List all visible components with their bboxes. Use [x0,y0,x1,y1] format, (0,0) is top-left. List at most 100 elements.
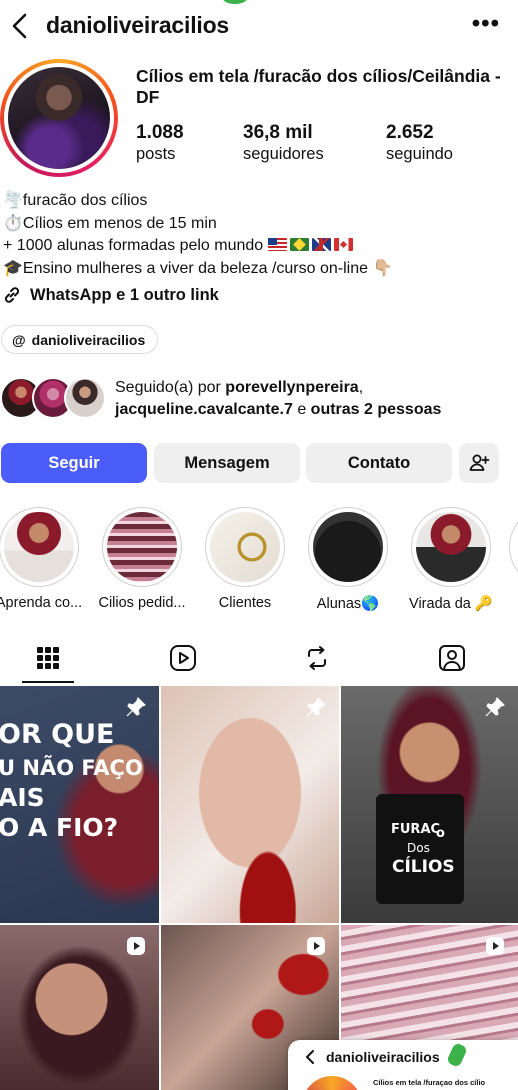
stat-following-label: seguindo [386,145,453,163]
highlight-ring [411,507,491,587]
top-bar: danioliveiracilios ••• [0,0,518,52]
stat-posts-count: 1.088 [136,122,184,143]
post-1-caption-line: U NÃO FAÇO [0,756,143,780]
highlight-cover [313,512,383,582]
green-status-dot [222,0,248,4]
post-tile[interactable]: FURAC o Dos CÍLIOS [341,686,518,923]
post-tile[interactable]: OR QUE U NÃO FAÇO AIS O A FIO? [0,686,159,923]
story-highlight[interactable]: Aprenda co... [0,507,84,611]
add-person-icon [469,454,490,471]
chevron-left-icon [306,1050,314,1064]
reels-icon[interactable] [168,643,198,673]
bio-line-3-text: + 1000 alunas formadas pelo mundo [3,237,264,254]
add-person-button[interactable] [459,443,499,483]
bio-line-2-text: Cílios em menos de 15 min [22,214,217,232]
followed-by-prefix: Seguido(a) por [115,379,226,396]
reposts-icon[interactable] [302,643,332,673]
post-3-caption-line: o [436,826,445,841]
mutual-followers-avatars[interactable] [0,377,110,421]
pin-icon [126,697,146,717]
reel-icon [307,937,325,955]
floating-preview-card[interactable]: danioliveiracilios Cílios em tela /furaç… [288,1040,518,1090]
canada-flag-icon [333,238,353,251]
message-button[interactable]: Mensagem [154,443,300,483]
uk-flag-icon [311,238,331,251]
tornado-icon: 🌪️ [3,192,23,209]
mutual-avatar [64,377,106,419]
stat-followers-count: 36,8 mil [243,122,313,143]
threads-icon: @ [12,331,26,348]
story-highlight[interactable]: Alunas🌎 [303,507,393,612]
bio-line-2: ⏱️Cílios em menos de 15 min [3,213,513,236]
posts-grid: OR QUE U NÃO FAÇO AIS O A FIO? FURAC o D… [0,686,518,1090]
brazil-flag-icon [289,238,309,251]
avatar-photo [8,67,110,169]
link-icon [4,287,20,303]
post-3-caption-line: Dos [407,841,430,855]
story-highlight-partial[interactable] [509,507,518,587]
highlight-cover [210,512,280,582]
bio-line-3: + 1000 alunas formadas pelo mundo [3,235,513,258]
pin-icon [306,697,326,717]
story-highlight[interactable]: Virada da 🔑 [406,507,496,612]
bio-link[interactable]: WhatsApp e 1 outro link [2,285,219,305]
graduation-cap-icon: 🎓 [3,259,23,277]
chevron-left-icon[interactable] [6,10,34,42]
profile-display-name: Cílios em tela /furacão dos cílios/Ceilâ… [136,66,501,107]
pin-icon [485,697,505,717]
post-1-caption-line: O A FIO? [0,813,119,842]
follow-button[interactable]: Seguir [1,443,147,483]
followed-by-others: outras 2 pessoas [310,401,442,418]
highlight-label: Cilios pedid... [98,595,186,611]
contact-button[interactable]: Contato [306,443,452,483]
reel-icon [127,937,145,955]
stat-followers[interactable]: 36,8 mil seguidores [243,122,324,164]
post-3-caption-line: CÍLIOS [392,857,455,877]
highlight-ring [0,507,79,587]
threads-badge[interactable]: @ danioliveiracilios [1,325,159,354]
profile-avatar[interactable] [0,59,118,177]
active-tab-indicator [22,681,74,683]
profile-tabs [0,635,518,685]
more-horizontal-icon[interactable]: ••• [472,10,500,38]
reel-icon [486,937,504,955]
preview-name: Cílios em tela /furaçao dos cílio [373,1078,486,1087]
highlight-ring [509,507,518,587]
bio-line-4: 🎓Ensino mulheres a viver da beleza /curs… [3,258,513,281]
bio-line-1-text: furacão dos cílios [22,192,148,209]
stat-posts-label: posts [136,145,176,163]
followed-by-text[interactable]: Seguido(a) por porevellynpereira, jacque… [115,377,515,421]
highlight-label: Clientes [218,595,272,611]
bio-link-text: WhatsApp e 1 outro link [30,285,219,304]
pointing-down-icon: 👇🏼 [372,259,393,277]
highlight-ring [102,507,182,587]
followed-by-separator: , [358,379,364,396]
stopwatch-icon: ⏱️ [3,214,23,232]
highlight-cover [416,512,486,582]
highlight-ring [205,507,285,587]
post-tile[interactable] [161,686,339,923]
avatar-border [4,63,114,173]
bio-line-4-text: Ensino mulheres a viver da beleza /curso… [22,259,368,277]
stat-followers-label: seguidores [243,145,324,163]
highlight-cover [107,512,177,582]
tagged-icon[interactable] [437,643,467,673]
post-3-caption-line: FURAC [391,822,441,837]
stat-following-count: 2.652 [386,122,434,143]
highlight-label: Virada da 🔑 [409,596,493,612]
highlight-cover [4,512,74,582]
post-tile[interactable] [0,925,159,1090]
grid-icon[interactable] [33,643,63,673]
bio-line-1: 🌪️furacão dos cílios [3,190,513,213]
green-mark [446,1042,468,1068]
stat-following[interactable]: 2.652 seguindo [386,122,453,164]
followed-by-user-2: jacqueline.cavalcante.7 [115,401,293,418]
highlight-label: Alunas🌎 [316,596,380,612]
story-highlight[interactable]: Cilios pedid... [97,507,187,611]
story-highlight[interactable]: Clientes [200,507,290,611]
highlight-ring [308,507,388,587]
post-1-caption-line: AIS [0,783,45,812]
stat-posts[interactable]: 1.088 posts [136,122,184,164]
followed-by-middle: e [292,401,311,418]
us-flag-icon [267,238,287,251]
